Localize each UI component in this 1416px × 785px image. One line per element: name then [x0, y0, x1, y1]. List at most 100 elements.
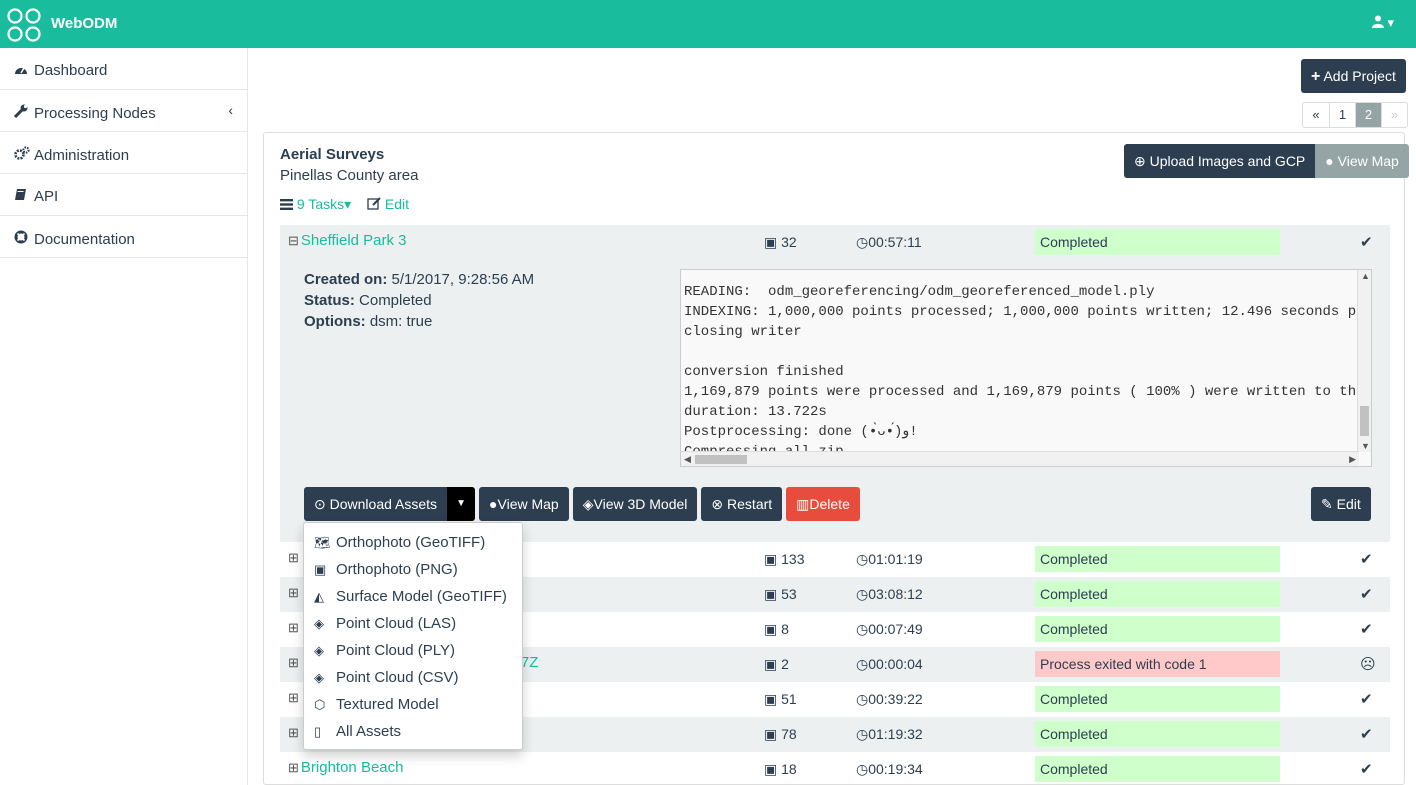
chevron-left-icon[interactable]: ‹: [228, 102, 233, 118]
page-next-button[interactable]: »: [1381, 103, 1407, 127]
task-status: Completed: [1035, 756, 1280, 782]
view-3d-model-button[interactable]: ◈View 3D Model: [572, 487, 698, 521]
page-2-button[interactable]: 2: [1355, 103, 1381, 127]
expand-icon[interactable]: ⊞: [288, 690, 299, 705]
page-prev-button[interactable]: «: [1303, 103, 1329, 127]
sidebar-item-label: Processing Nodes: [34, 105, 156, 122]
pencil-icon: ✎: [1321, 496, 1333, 512]
options-value: dsm: true: [369, 313, 433, 330]
scroll-left-arrow-icon[interactable]: ◀: [684, 454, 691, 465]
cube-icon: ◈: [314, 643, 324, 658]
globe-icon: ●: [489, 496, 498, 512]
check-icon: ✔: [1360, 586, 1373, 603]
task-images: ▣ 51: [764, 691, 797, 707]
trash-icon: ▥: [796, 496, 810, 512]
webodm-logo-icon[interactable]: [6, 7, 42, 43]
restart-button[interactable]: ⊗ Restart: [701, 487, 783, 521]
sidebar-item-processing-nodes[interactable]: Processing Nodes ‹: [0, 90, 247, 132]
caret-down-icon: ▾: [344, 196, 352, 212]
task-images: ▣ 2: [764, 656, 789, 672]
clock-icon: ◷: [856, 234, 869, 250]
sidebar: Dashboard Processing Nodes ‹ Administrat…: [0, 48, 248, 785]
task-name[interactable]: ⊞: [288, 724, 301, 741]
menu-item-textured-model[interactable]: ⬡ Textured Model: [304, 691, 522, 718]
check-icon: ✔: [1360, 726, 1373, 743]
tasks-list-icon: [280, 199, 293, 210]
vertical-scrollbar[interactable]: ▲ ▼: [1357, 270, 1371, 452]
check-icon: ✔: [1360, 691, 1373, 708]
download-assets-group: ⊙ Download Assets ▼: [304, 487, 476, 521]
task-name[interactable]: ⊞: [288, 549, 301, 566]
clock-icon: ◷: [856, 586, 869, 602]
clock-icon: ◷: [856, 761, 869, 777]
delete-button[interactable]: ▥Delete: [786, 487, 860, 521]
project-description: Pinellas County area: [280, 167, 419, 184]
image-icon: ▣: [764, 551, 778, 567]
upload-images-button[interactable]: ⊕ Upload Images and GCP: [1124, 144, 1316, 178]
task-duration: ◷00:07:49: [856, 621, 923, 637]
image-icon: ▣: [764, 234, 778, 250]
app-brand[interactable]: WebODM: [51, 15, 117, 32]
project-view-map-button[interactable]: ● View Map: [1315, 144, 1409, 178]
task-details: Created on: 5/1/2017, 9:28:56 AM Status:…: [304, 271, 535, 330]
task-name[interactable]: ⊞ Brighton Beach: [288, 759, 403, 776]
expand-icon[interactable]: ⊞: [288, 725, 299, 740]
expand-icon[interactable]: ⊞: [288, 620, 299, 635]
expand-icon[interactable]: ⊞: [288, 655, 299, 670]
menu-item-point-cloud-las[interactable]: ◈ Point Cloud (LAS): [304, 610, 522, 637]
scroll-up-arrow-icon[interactable]: ▲: [1361, 271, 1370, 281]
horizontal-scrollbar[interactable]: ◀ ▶: [681, 451, 1359, 466]
task-images: ▣ 78: [764, 726, 797, 742]
status-value: Completed: [359, 292, 432, 309]
sidebar-item-documentation[interactable]: Documentation: [0, 216, 247, 258]
tasks-toggle-link[interactable]: 9 Tasks▾: [280, 196, 355, 212]
sidebar-item-label: Dashboard: [34, 62, 108, 79]
task-name[interactable]: ⊞: [288, 619, 301, 636]
check-icon: ✔: [1360, 234, 1373, 251]
hexagon-icon: ⬡: [314, 697, 326, 712]
task-edit-button[interactable]: ✎ Edit: [1311, 487, 1371, 521]
clock-icon: ◷: [856, 691, 869, 707]
sidebar-item-dashboard[interactable]: Dashboard: [0, 48, 247, 90]
collapse-icon[interactable]: ⊟: [288, 233, 299, 248]
sidebar-item-api[interactable]: API: [0, 174, 247, 216]
task-name[interactable]: ⊞: [288, 584, 301, 601]
image-icon: ▣: [764, 726, 778, 742]
task-images: ▣ 8: [764, 621, 789, 637]
download-assets-button[interactable]: ⊙ Download Assets: [304, 487, 448, 521]
sidebar-item-label: Documentation: [34, 231, 135, 248]
page-1-button[interactable]: 1: [1329, 103, 1355, 127]
menu-item-orthophoto-png[interactable]: ▣ Orthophoto (PNG): [304, 556, 522, 583]
task-view-map-button[interactable]: ●View Map: [479, 487, 569, 521]
task-console[interactable]: READING: odm_georeferencing/odm_georefer…: [680, 269, 1372, 467]
clock-icon: ◷: [856, 726, 869, 742]
expand-icon[interactable]: ⊞: [288, 760, 299, 775]
menu-item-surface-model[interactable]: ◭ Surface Model (GeoTIFF): [304, 583, 522, 610]
horizontal-scroll-thumb[interactable]: [695, 455, 747, 464]
task-status: Completed: [1035, 581, 1280, 607]
expand-icon[interactable]: ⊞: [288, 585, 299, 600]
menu-item-all-assets[interactable]: ▯ All Assets: [304, 718, 522, 745]
cube-icon: ◈: [582, 496, 594, 512]
vertical-scroll-thumb[interactable]: [1360, 406, 1369, 436]
image-icon: ▣: [764, 761, 778, 777]
task-status: Completed: [1035, 721, 1280, 747]
created-value: 5/1/2017, 9:28:56 AM: [391, 271, 535, 288]
menu-item-point-cloud-csv[interactable]: ◈ Point Cloud (CSV): [304, 664, 522, 691]
user-menu[interactable]: ▾: [1371, 15, 1394, 31]
menu-item-orthophoto-geotiff[interactable]: 🗺 Orthophoto (GeoTIFF): [304, 529, 522, 556]
task-name[interactable]: ⊞: [288, 689, 301, 706]
task-name[interactable]: ⊟ Sheffield Park 3: [288, 232, 407, 249]
check-icon: ✔: [1360, 551, 1373, 568]
dashboard-icon: [14, 63, 34, 78]
scroll-down-arrow-icon[interactable]: ▼: [1361, 441, 1370, 451]
add-project-button[interactable]: + Add Project: [1301, 59, 1406, 93]
expand-icon[interactable]: ⊞: [288, 550, 299, 565]
download-dropdown-toggle[interactable]: ▼: [447, 487, 476, 521]
scroll-right-arrow-icon[interactable]: ▶: [1349, 454, 1356, 465]
cogs-icon: [14, 146, 34, 163]
project-edit-link[interactable]: Edit: [367, 196, 409, 212]
table-row[interactable]: ⊞ Brighton Beach ▣ 18 ◷00:19:34 Completed…: [280, 752, 1390, 785]
sidebar-item-administration[interactable]: Administration: [0, 132, 247, 174]
menu-item-point-cloud-ply[interactable]: ◈ Point Cloud (PLY): [304, 637, 522, 664]
